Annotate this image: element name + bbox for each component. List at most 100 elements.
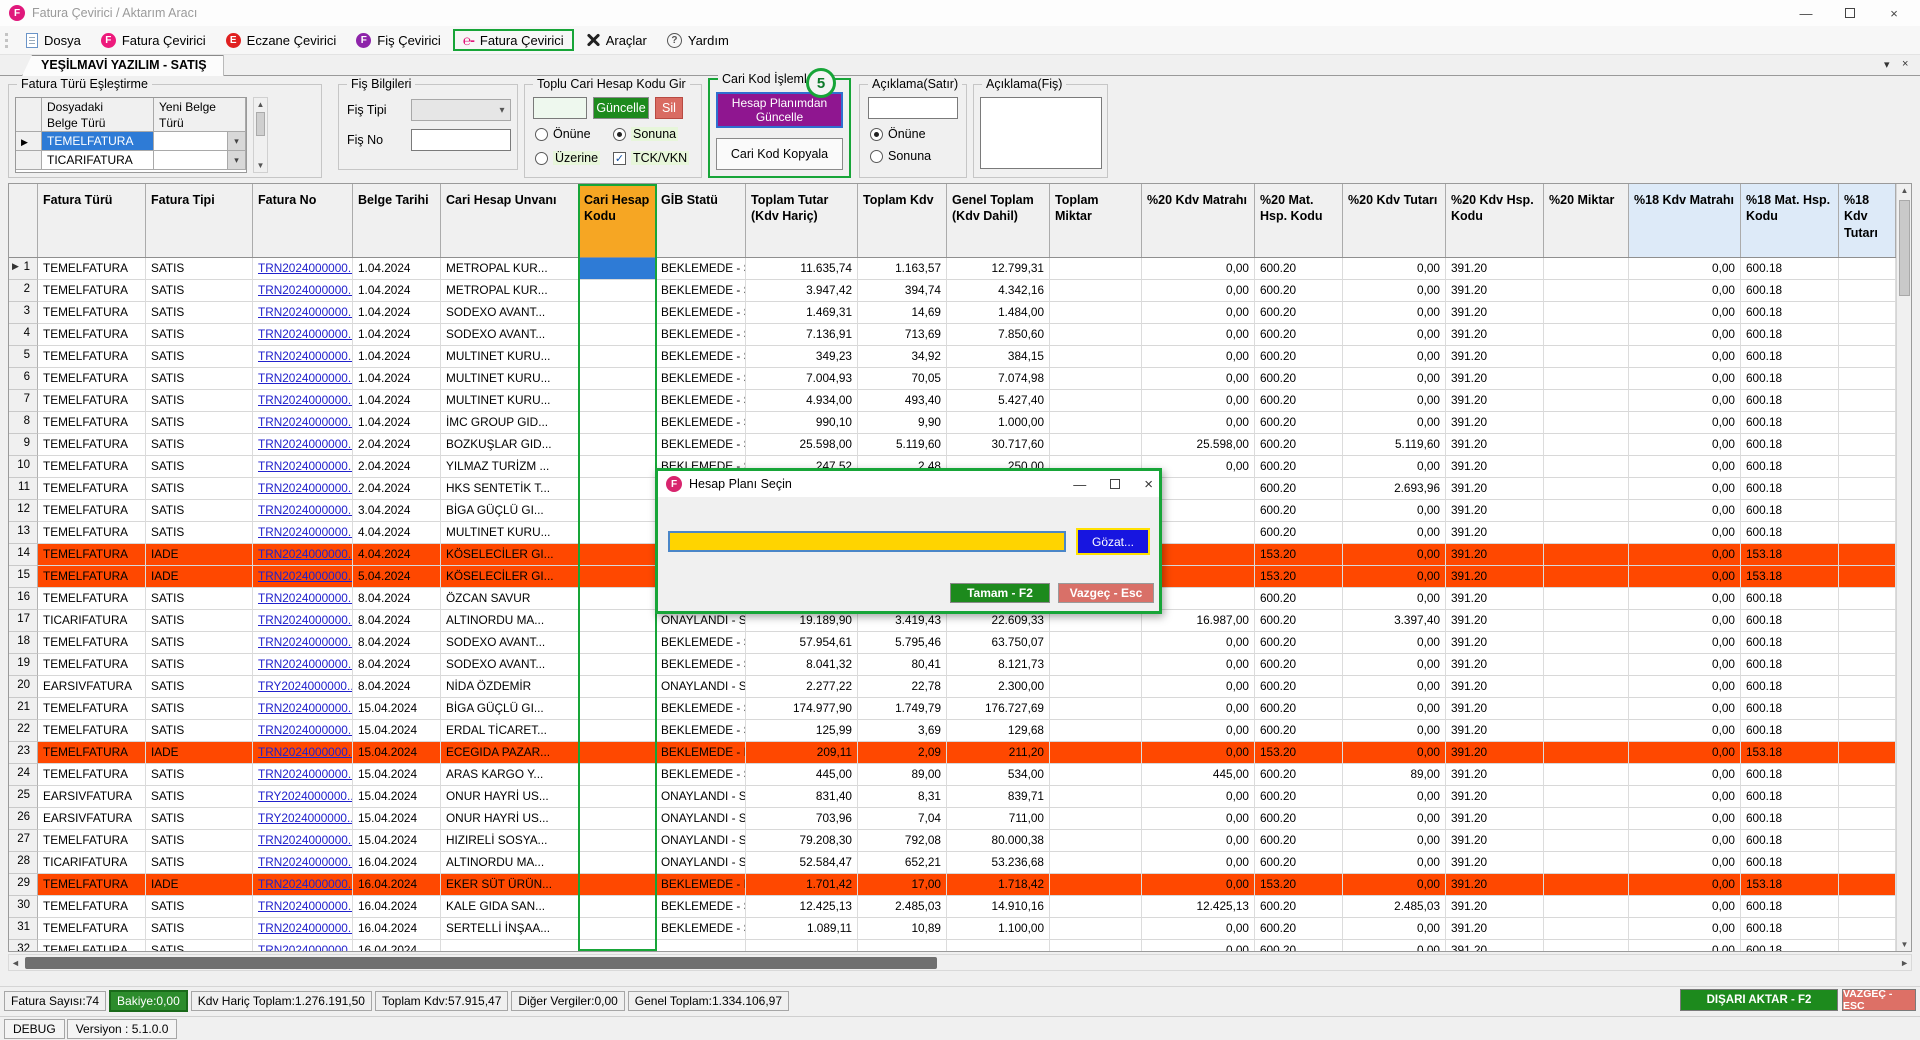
table-row[interactable]: 6TEMELFATURASATISTRN2024000000...1.04.20… (9, 368, 1896, 390)
fatura-no-link[interactable]: TRY2024000000... (258, 811, 353, 825)
cell-no[interactable]: TRN2024000000... (253, 852, 353, 874)
cell-kod[interactable] (579, 412, 656, 434)
column-header-t20[interactable]: %20 Kdv Tutarı (1343, 184, 1446, 257)
radio-uzerine[interactable]: Üzerine (535, 151, 600, 165)
fatura-no-link[interactable]: TRN2024000000... (258, 723, 353, 737)
cell-n[interactable]: 30 (9, 896, 38, 918)
cell-no[interactable]: TRN2024000000... (253, 918, 353, 940)
table-row[interactable]: 4TEMELFATURASATISTRN2024000000...1.04.20… (9, 324, 1896, 346)
cell-no[interactable]: TRN2024000000... (253, 544, 353, 566)
cell-n[interactable]: 16 (9, 588, 38, 610)
tamam-f2-button[interactable]: Tamam - F2 (950, 583, 1050, 603)
cell-kod[interactable] (579, 896, 656, 918)
column-header-tutar[interactable]: Toplam Tutar (Kdv Hariç) (746, 184, 858, 257)
cell-n[interactable]: 24 (9, 764, 38, 786)
table-row[interactable]: 22TEMELFATURASATISTRN2024000000...15.04.… (9, 720, 1896, 742)
fatura-no-link[interactable]: TRN2024000000... (258, 657, 353, 671)
cell-no[interactable]: TRN2024000000... (253, 346, 353, 368)
cell-kod[interactable] (579, 544, 656, 566)
cell-n[interactable]: 11 (9, 478, 38, 500)
cell-n[interactable]: 22 (9, 720, 38, 742)
cell-no[interactable]: TRN2024000000... (253, 390, 353, 412)
column-header-h18[interactable]: %18 Mat. Hsp. Kodu (1741, 184, 1839, 257)
table-row[interactable]: 20EARSIVFATURASATISTRY2024000000...8.04.… (9, 676, 1896, 698)
cell-kod[interactable] (579, 434, 656, 456)
cell-no[interactable]: TRN2024000000... (253, 698, 353, 720)
cell-no[interactable]: TRN2024000000... (253, 632, 353, 654)
fatura-no-link[interactable]: TRN2024000000... (258, 305, 353, 319)
table-row[interactable]: 2TEMELFATURASATISTRN2024000000...1.04.20… (9, 280, 1896, 302)
horizontal-scroll-thumb[interactable] (25, 957, 937, 969)
cell-no[interactable]: TRN2024000000... (253, 588, 353, 610)
table-row[interactable]: ▶1TEMELFATURASATISTRN2024000000...1.04.2… (9, 258, 1896, 280)
cell-no[interactable]: TRY2024000000... (253, 786, 353, 808)
cell-n[interactable]: 23 (9, 742, 38, 764)
aciklama-satir-input[interactable] (868, 97, 958, 119)
table-row[interactable]: 24TEMELFATURASATISTRN2024000000...15.04.… (9, 764, 1896, 786)
cell-kod[interactable] (579, 368, 656, 390)
fatura-no-link[interactable]: TRN2024000000... (258, 393, 353, 407)
fatura-no-link[interactable]: TRN2024000000... (258, 371, 353, 385)
gozat-button[interactable]: Gözat... (1076, 528, 1150, 555)
cell-n[interactable]: 9 (9, 434, 38, 456)
table-row[interactable]: 5TEMELFATURASATISTRN2024000000...1.04.20… (9, 346, 1896, 368)
cell-n[interactable]: 3 (9, 302, 38, 324)
horizontal-scrollbar[interactable]: ◄ ► (8, 954, 1912, 971)
cell-n[interactable]: 21 (9, 698, 38, 720)
fatura-no-link[interactable]: TRN2024000000... (258, 437, 353, 451)
fatura-no-link[interactable]: TRN2024000000... (258, 547, 353, 561)
cell-kod[interactable] (579, 918, 656, 940)
cell-n[interactable]: 28 (9, 852, 38, 874)
mini-grid-cell-temelfatura[interactable]: TEMELFATURA (42, 132, 154, 151)
menu-item-dosya[interactable]: Dosya (16, 30, 91, 51)
cell-no[interactable]: TRN2024000000... (253, 566, 353, 588)
column-header-mik20[interactable]: %20 Miktar (1544, 184, 1629, 257)
sil-button[interactable]: Sil (655, 97, 683, 119)
cell-kod[interactable] (579, 324, 656, 346)
cell-kod[interactable] (579, 588, 656, 610)
cell-kod[interactable] (579, 698, 656, 720)
menu-item-araclar[interactable]: Araçlar (576, 30, 657, 51)
cell-no[interactable]: TRN2024000000... (253, 324, 353, 346)
cell-n[interactable]: 25 (9, 786, 38, 808)
cell-n[interactable]: 7 (9, 390, 38, 412)
table-row[interactable]: 31TEMELFATURASATISTRN2024000000...16.04.… (9, 918, 1896, 940)
cell-kod[interactable] (579, 522, 656, 544)
radio-onune-satir[interactable]: Önüne (870, 127, 926, 141)
cell-n[interactable]: 19 (9, 654, 38, 676)
fis-no-input[interactable] (411, 129, 511, 151)
fatura-no-link[interactable]: TRN2024000000... (258, 943, 353, 952)
cell-no[interactable]: TRN2024000000... (253, 434, 353, 456)
cell-n[interactable]: 14 (9, 544, 38, 566)
fatura-no-link[interactable]: TRN2024000000... (258, 415, 353, 429)
fatura-no-link[interactable]: TRN2024000000... (258, 701, 353, 715)
fatura-no-link[interactable]: TRN2024000000... (258, 525, 353, 539)
fatura-no-link[interactable]: TRN2024000000... (258, 899, 353, 913)
table-row[interactable]: 9TEMELFATURASATISTRN2024000000...2.04.20… (9, 434, 1896, 456)
fatura-no-link[interactable]: TRN2024000000... (258, 855, 353, 869)
column-header-unvan[interactable]: Cari Hesap Unvanı (441, 184, 579, 257)
cell-no[interactable]: TRN2024000000... (253, 874, 353, 896)
fatura-no-link[interactable]: TRN2024000000... (258, 349, 353, 363)
disari-aktar-f2-button[interactable]: DIŞARI AKTAR - F2 (1680, 989, 1838, 1011)
fatura-no-link[interactable]: TRN2024000000... (258, 921, 353, 935)
cell-kod[interactable] (579, 764, 656, 786)
table-row[interactable]: 30TEMELFATURASATISTRN2024000000...16.04.… (9, 896, 1896, 918)
fatura-no-link[interactable]: TRN2024000000... (258, 745, 353, 759)
hesap-plani-file-input[interactable] (668, 531, 1066, 552)
cell-no[interactable]: TRN2024000000... (253, 720, 353, 742)
cell-no[interactable]: TRN2024000000... (253, 940, 353, 952)
cell-kod[interactable] (579, 390, 656, 412)
cell-kod[interactable] (579, 302, 656, 324)
maximize-icon[interactable] (1828, 0, 1872, 26)
radio-onune[interactable]: Önüne (535, 127, 591, 141)
cell-no[interactable]: TRN2024000000... (253, 500, 353, 522)
cell-n[interactable]: 4 (9, 324, 38, 346)
cell-no[interactable]: TRY2024000000... (253, 676, 353, 698)
mini-grid-combo-2[interactable]: ▾ (154, 151, 246, 170)
cell-no[interactable]: TRN2024000000... (253, 412, 353, 434)
table-row[interactable]: 32TEMELFATURASATISTRN2024000000...16.04.… (9, 940, 1896, 952)
cell-kod[interactable] (579, 280, 656, 302)
cell-kod[interactable] (579, 676, 656, 698)
fatura-no-link[interactable]: TRY2024000000... (258, 789, 353, 803)
